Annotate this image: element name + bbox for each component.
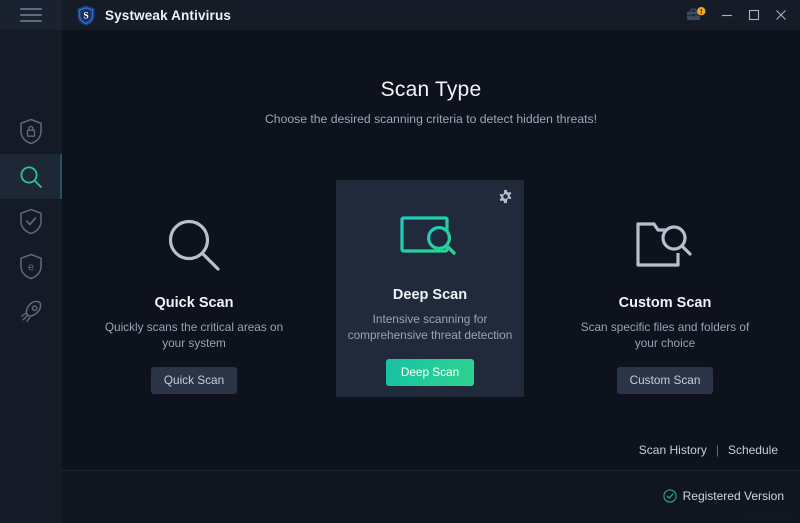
status-badge: Registered Version bbox=[663, 489, 784, 503]
folder-magnifier-icon bbox=[571, 209, 759, 281]
maximize-button[interactable] bbox=[740, 0, 767, 30]
scan-type-cards: Quick Scan Quickly scans the critical ar… bbox=[62, 181, 800, 411]
sidebar-spacer bbox=[0, 30, 62, 109]
window-controls bbox=[679, 0, 800, 30]
footer-links: Scan History | Schedule bbox=[639, 443, 778, 457]
main-content: Scan Type Choose the desired scanning cr… bbox=[62, 30, 800, 523]
shield-e-icon: e bbox=[19, 253, 43, 280]
custom-scan-button[interactable]: Custom Scan bbox=[617, 367, 714, 394]
page-subtitle: Choose the desired scanning criteria to … bbox=[62, 112, 800, 126]
registered-version-label: Registered Version bbox=[683, 489, 784, 503]
watermark: wcsdn.com bbox=[744, 511, 796, 522]
shield-check-icon bbox=[19, 208, 43, 235]
brand: S Systweak Antivirus bbox=[76, 5, 231, 26]
footer-link-separator: | bbox=[716, 443, 719, 457]
rocket-icon bbox=[18, 299, 44, 325]
quick-scan-button[interactable]: Quick Scan bbox=[151, 367, 237, 394]
check-circle-icon bbox=[663, 489, 677, 503]
scan-card-description: Scan specific files and folders of your … bbox=[575, 319, 755, 351]
scan-card-description: Quickly scans the critical areas on your… bbox=[104, 319, 284, 351]
sidebar: e bbox=[0, 30, 62, 523]
page-title: Scan Type bbox=[62, 78, 800, 102]
svg-text:e: e bbox=[28, 261, 34, 273]
monitor-magnifier-icon bbox=[336, 210, 524, 274]
shield-s-logo: S bbox=[76, 5, 96, 26]
window-title: Systweak Antivirus bbox=[105, 8, 231, 23]
hamburger-menu-icon[interactable] bbox=[20, 8, 42, 22]
scan-card-title: Custom Scan bbox=[571, 295, 759, 311]
close-button[interactable] bbox=[767, 0, 794, 30]
search-icon bbox=[18, 164, 44, 190]
scan-card-title: Deep Scan bbox=[336, 287, 524, 303]
sidebar-item-scan[interactable] bbox=[0, 154, 62, 199]
sidebar-item-status[interactable] bbox=[0, 199, 62, 244]
shield-lock-icon bbox=[19, 118, 43, 145]
toolbox-alert-icon[interactable] bbox=[679, 0, 713, 30]
scan-card-title: Quick Scan bbox=[100, 295, 288, 311]
sidebar-item-exploit-protection[interactable]: e bbox=[0, 244, 62, 289]
deep-scan-button[interactable]: Deep Scan bbox=[386, 359, 474, 386]
sidebar-item-startup-manager[interactable] bbox=[0, 289, 62, 334]
title-bar: S Systweak Antivirus bbox=[0, 0, 800, 30]
antivirus-window: S Systweak Antivirus bbox=[0, 0, 800, 523]
status-bar: Registered Version wcsdn.com bbox=[62, 471, 800, 523]
gear-icon[interactable] bbox=[498, 189, 513, 204]
magnifier-icon bbox=[100, 209, 288, 281]
minimize-button[interactable] bbox=[713, 0, 740, 30]
sidebar-item-protection[interactable] bbox=[0, 109, 62, 154]
scan-card-quick[interactable]: Quick Scan Quickly scans the critical ar… bbox=[100, 181, 288, 394]
scan-card-custom[interactable]: Custom Scan Scan specific files and fold… bbox=[571, 181, 759, 394]
scan-card-description: Intensive scanning for comprehensive thr… bbox=[341, 311, 519, 343]
scan-history-link[interactable]: Scan History bbox=[639, 443, 707, 457]
schedule-link[interactable]: Schedule bbox=[728, 443, 778, 457]
svg-text:S: S bbox=[83, 11, 88, 21]
scan-card-deep[interactable]: Deep Scan Intensive scanning for compreh… bbox=[336, 180, 524, 397]
menu-button[interactable] bbox=[0, 0, 62, 30]
